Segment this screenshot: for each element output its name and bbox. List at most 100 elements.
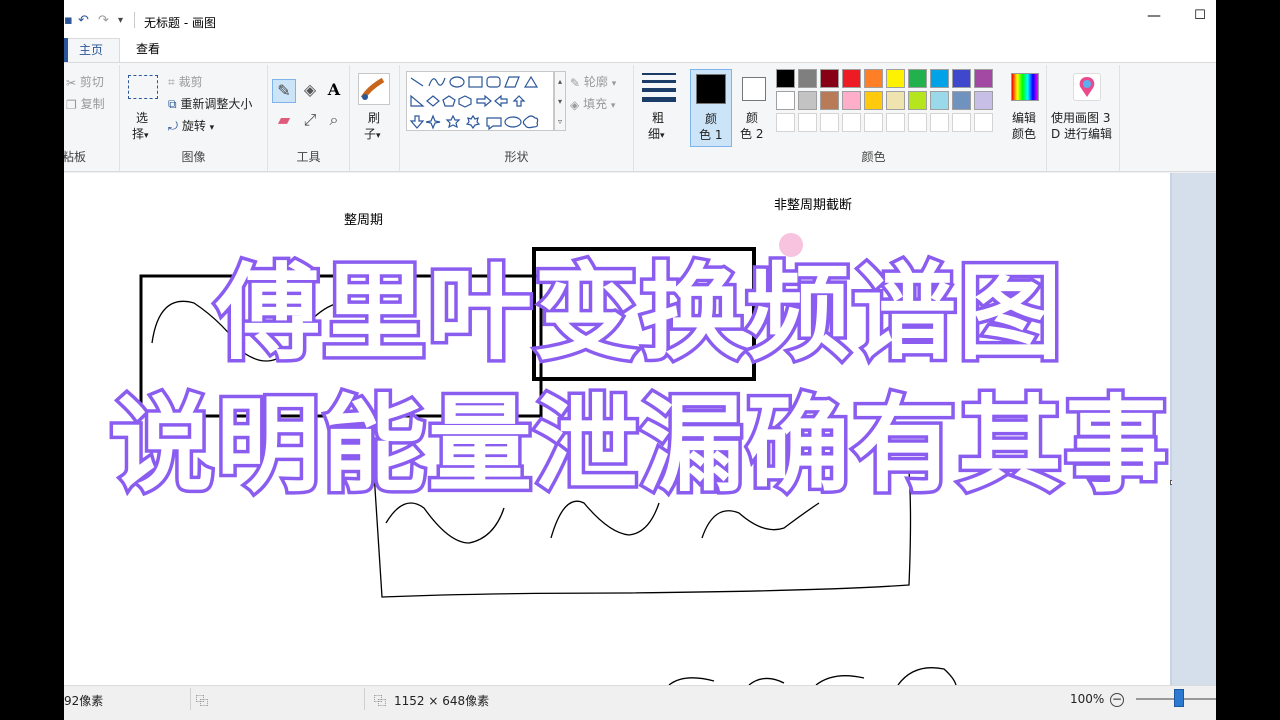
color1-label-2: 色 1 xyxy=(699,128,723,142)
fill-button[interactable]: ◈ 填充 ▾ xyxy=(570,95,615,112)
selection-size-icon: ⿻ xyxy=(196,694,209,708)
palette-swatch[interactable] xyxy=(952,69,971,88)
image-group: 选 择▾ ⌗ 裁剪 ⧉ 重新调整大小 ⤾ 旋转 ▾ 图像 xyxy=(120,65,268,171)
tab-home[interactable]: 主页 xyxy=(64,38,120,62)
overlay-caption-line2: 说明能量泄漏确有其事 xyxy=(106,381,1171,510)
palette-swatch[interactable] xyxy=(908,91,927,110)
divider xyxy=(190,688,191,710)
outline-button[interactable]: ✎ 轮廓 ▾ xyxy=(570,73,616,90)
maximize-button[interactable]: ☐ xyxy=(1188,8,1212,32)
chevron-down-icon: ▾ xyxy=(376,131,381,141)
edit-colors-label-1: 编辑 xyxy=(1012,111,1037,125)
palette-swatch[interactable] xyxy=(842,113,861,132)
palette-swatch[interactable] xyxy=(952,113,971,132)
size-label-2: 细 xyxy=(648,127,661,141)
palette-swatch[interactable] xyxy=(820,91,839,110)
brushes-label-1[interactable]: 刷 xyxy=(368,109,380,126)
clipboard-group-label: 粘板 xyxy=(64,150,87,164)
color-picker-tool[interactable]: ⤢ xyxy=(298,109,322,133)
palette-swatch[interactable] xyxy=(930,113,949,132)
color2-label-1: 颜 xyxy=(746,111,759,125)
outline-label: 轮廓 xyxy=(583,75,608,89)
colors-group-label: 颜色 xyxy=(861,150,886,164)
palette-swatch[interactable] xyxy=(886,113,905,132)
magnifier-tool[interactable]: ⌕ xyxy=(322,109,346,133)
brushes-button[interactable]: 子▾ xyxy=(364,125,381,142)
color1-swatch xyxy=(696,74,726,104)
minimize-button[interactable]: — xyxy=(1142,8,1166,32)
paint3d-button[interactable]: 使用画图 3 D 进行编辑 xyxy=(1051,69,1117,147)
palette-swatch[interactable] xyxy=(798,91,817,110)
rotate-icon: ⤾ xyxy=(168,119,178,133)
text-icon: A xyxy=(327,80,341,99)
zoom-slider-thumb[interactable] xyxy=(1174,689,1184,707)
bottom-arc-1 xyxy=(668,677,715,685)
size-button[interactable]: 细▾ xyxy=(648,125,665,142)
palette-swatch[interactable] xyxy=(776,113,795,132)
eraser-icon: ▰ xyxy=(277,110,291,129)
tab-view[interactable]: 查看 xyxy=(122,38,174,62)
pencil-tool[interactable]: ✎ xyxy=(272,79,296,103)
palette-swatch[interactable] xyxy=(886,91,905,110)
palette-swatch[interactable] xyxy=(974,113,993,132)
redo-icon[interactable]: ↷ xyxy=(98,13,109,28)
palette-swatch[interactable] xyxy=(864,91,883,110)
palette-swatch[interactable] xyxy=(908,69,927,88)
color2-label-2: 色 2 xyxy=(740,127,764,141)
text-tool[interactable]: A xyxy=(322,79,346,103)
bottom-arc-3 xyxy=(815,675,865,685)
palette-swatch[interactable] xyxy=(952,91,971,110)
chevron-down-icon: ▾ xyxy=(209,123,215,133)
line-size-icon[interactable] xyxy=(642,73,676,102)
customize-toolbar-icon[interactable]: ▾ xyxy=(118,15,123,26)
palette-swatch[interactable] xyxy=(930,69,949,88)
palette-swatch[interactable] xyxy=(886,69,905,88)
palette-swatch[interactable] xyxy=(820,69,839,88)
zoom-level: 100% xyxy=(1070,692,1105,706)
palette-swatch[interactable] xyxy=(974,91,993,110)
eraser-tool[interactable]: ▰ xyxy=(272,109,296,133)
rotate-label: 旋转 xyxy=(181,119,206,133)
fill-tool[interactable]: ◈ xyxy=(298,79,322,103)
palette-swatch[interactable] xyxy=(798,69,817,88)
edit-colors-button[interactable]: 编辑 颜色 xyxy=(1000,69,1050,147)
paint3d-group: 使用画图 3 D 进行编辑 xyxy=(1046,65,1120,171)
select-label-2: 择 xyxy=(132,127,145,141)
canvas-size-icon: ⿻ xyxy=(374,694,387,708)
cursor-position: 92像素 xyxy=(64,694,104,708)
size-group: 粗 细▾ xyxy=(634,65,688,171)
shapes-gallery[interactable] xyxy=(406,71,554,131)
palette-swatch[interactable] xyxy=(820,113,839,132)
palette-swatch[interactable] xyxy=(842,91,861,110)
divider xyxy=(134,12,135,28)
copy-button[interactable]: ❐ 复制 xyxy=(66,95,105,112)
palette-swatch[interactable] xyxy=(798,113,817,132)
select-button[interactable]: 择▾ xyxy=(132,125,149,142)
select-label-1[interactable]: 选 xyxy=(136,109,148,126)
brush-icon[interactable] xyxy=(358,73,390,105)
color2-button[interactable]: 颜 色 2 xyxy=(736,69,774,147)
cut-button[interactable]: ✂ 剪切 xyxy=(66,73,104,90)
crop-button[interactable]: ⌗ 裁剪 xyxy=(168,73,203,90)
palette-swatch[interactable] xyxy=(776,69,795,88)
resize-button[interactable]: ⧉ 重新调整大小 xyxy=(168,95,252,112)
palette-swatch[interactable] xyxy=(974,69,993,88)
undo-icon[interactable]: ↶ xyxy=(78,13,89,28)
tools-group: ✎ ◈ A ▰ ⤢ ⌕ 工具 xyxy=(268,65,350,171)
shapes-scroll[interactable]: ▴ ▾ ▿ xyxy=(554,71,566,131)
rotate-button[interactable]: ⤾ 旋转 ▾ xyxy=(168,117,214,134)
palette-swatch[interactable] xyxy=(776,91,795,110)
palette-swatch[interactable] xyxy=(842,69,861,88)
palette-swatch[interactable] xyxy=(908,113,927,132)
copy-icon: ❐ xyxy=(66,97,77,112)
palette-swatch[interactable] xyxy=(864,69,883,88)
zoom-out-button[interactable]: − xyxy=(1110,693,1124,707)
copy-label: 复制 xyxy=(80,97,105,111)
palette-swatch[interactable] xyxy=(864,113,883,132)
color1-button[interactable]: 颜 色 1 xyxy=(690,69,732,147)
palette-swatch[interactable] xyxy=(930,91,949,110)
chevron-down-icon: ▾ xyxy=(610,101,616,111)
chevron-down-icon: ▾ xyxy=(660,131,665,141)
size-label-1[interactable]: 粗 xyxy=(652,109,664,126)
save-icon[interactable]: ▪ xyxy=(64,13,73,28)
